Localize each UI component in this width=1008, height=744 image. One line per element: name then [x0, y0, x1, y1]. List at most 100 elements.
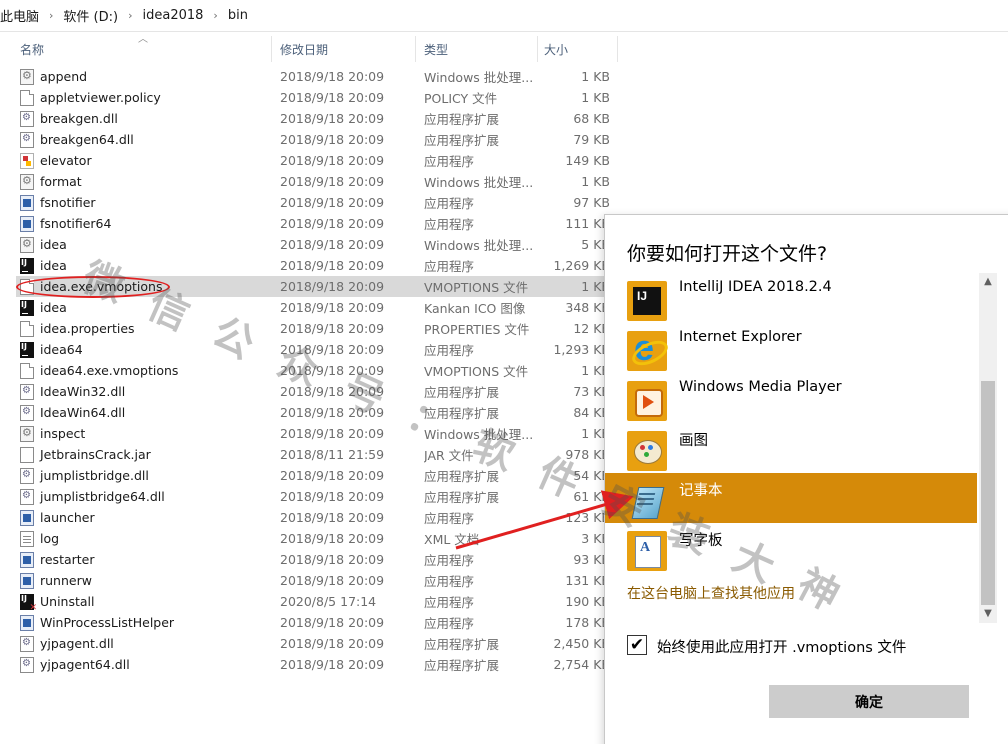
file-xml-icon — [20, 530, 34, 547]
file-row[interactable]: WinProcessListHelper 2018/9/18 20:09 应用程序 1… — [16, 612, 616, 633]
file-row[interactable]: fsnotifier64 2018/9/18 20:09 应用程序 111 KB — [16, 213, 616, 234]
app-option-paint[interactable]: 画图 — [605, 423, 977, 473]
file-row[interactable]: idea.exe.vmoptions 2018/9/18 20:09 VMOPTIO… — [16, 276, 616, 297]
file-name-cell: idea.properties — [20, 320, 270, 337]
file-name-cell: idea64.exe.vmoptions — [20, 362, 270, 379]
breadcrumb-item-bin[interactable]: bin — [222, 8, 254, 23]
file-size: 1,269 KB — [553, 258, 610, 273]
file-type: Kankan ICO 图像 — [424, 301, 526, 316]
file-row[interactable]: elevator 2018/9/18 20:09 应用程序 149 KB — [16, 150, 616, 171]
app-option-ie[interactable]: Internet Explorer — [605, 323, 977, 373]
file-row[interactable]: idea.properties 2018/9/18 20:09 PROPERTIES… — [16, 318, 616, 339]
file-date: 2018/9/18 20:09 — [280, 489, 385, 504]
app-name: 写字板 — [679, 533, 723, 549]
file-doc-icon — [20, 320, 34, 337]
app-name: 记事本 — [679, 483, 723, 499]
file-row[interactable]: idea64 2018/9/18 20:09 应用程序 1,293 KB — [16, 339, 616, 360]
app-option-notepad[interactable]: 记事本 — [605, 473, 977, 523]
file-type: 应用程序扩展 — [424, 133, 500, 148]
file-name-cell: launcher — [20, 509, 270, 526]
file-name-cell: JetbrainsCrack.jar — [20, 446, 270, 463]
file-row[interactable]: IdeaWin32.dll 2018/9/18 20:09 应用程序扩展 73 KB — [16, 381, 616, 402]
breadcrumb: 此电脑 › 软件 (D:) › idea2018 › bin — [0, 0, 1008, 32]
file-name-cell: log — [20, 530, 270, 547]
file-row[interactable]: idea 2018/9/18 20:09 Kankan ICO 图像 348 KB — [16, 297, 616, 318]
file-type: 应用程序扩展 — [424, 406, 500, 421]
column-header-name[interactable]: 名称 — [16, 36, 272, 62]
app-option-wmp[interactable]: Windows Media Player — [605, 373, 977, 423]
file-name: yjpagent64.dll — [40, 657, 130, 672]
file-row[interactable]: Uninstall 2020/8/5 17:14 应用程序 190 KB — [16, 591, 616, 612]
file-bat-icon — [20, 173, 34, 190]
ok-button[interactable]: 确定 — [769, 685, 969, 718]
file-size: 5 KB — [581, 237, 610, 252]
file-name-cell: restarter — [20, 551, 270, 568]
file-size: 68 KB — [573, 111, 610, 126]
app-option-wordpad[interactable]: 写字板 — [605, 523, 977, 573]
file-type: 应用程序 — [424, 154, 475, 169]
file-row[interactable]: jumplistbridge64.dll 2018/9/18 20:09 应用程序扩… — [16, 486, 616, 507]
always-use-checkbox[interactable]: ✔ — [627, 635, 647, 655]
file-row[interactable]: restarter 2018/9/18 20:09 应用程序 93 KB — [16, 549, 616, 570]
app-name: Internet Explorer — [679, 329, 802, 345]
always-use-label[interactable]: 始终使用此应用打开 .vmoptions 文件 — [657, 636, 906, 657]
file-date: 2018/9/18 20:09 — [280, 216, 385, 231]
file-name-cell: IdeaWin64.dll — [20, 404, 270, 421]
file-bat-icon — [20, 425, 34, 442]
file-type: 应用程序扩展 — [424, 637, 500, 652]
file-exe-icon — [20, 215, 34, 232]
file-row[interactable]: fsnotifier 2018/9/18 20:09 应用程序 97 KB — [16, 192, 616, 213]
file-row[interactable]: inspect 2018/9/18 20:09 Windows 批处理... 1 KB — [16, 423, 616, 444]
file-row[interactable]: idea 2018/9/18 20:09 Windows 批处理... 5 KB — [16, 234, 616, 255]
app-list: IntelliJ IDEA 2018.2.4 Internet Explorer W… — [605, 273, 977, 623]
file-dll-icon — [20, 467, 34, 484]
file-row[interactable]: yjpagent.dll 2018/9/18 20:09 应用程序扩展 2,450 K… — [16, 633, 616, 654]
file-type: 应用程序 — [424, 511, 475, 526]
file-type: 应用程序扩展 — [424, 658, 500, 673]
file-type: POLICY 文件 — [424, 91, 498, 106]
file-row[interactable]: yjpagent64.dll 2018/9/18 20:09 应用程序扩展 2,754… — [16, 654, 616, 675]
file-name: jumplistbridge64.dll — [40, 489, 165, 504]
app-list-scrollbar[interactable]: ▲ ▼ — [979, 273, 997, 623]
file-row[interactable]: idea 2018/9/18 20:09 应用程序 1,269 KB — [16, 255, 616, 276]
file-unin-icon — [20, 593, 37, 610]
file-name: idea.exe.vmoptions — [40, 279, 163, 294]
file-row[interactable]: breakgen64.dll 2018/9/18 20:09 应用程序扩展 79 KB — [16, 129, 616, 150]
file-row[interactable]: append 2018/9/18 20:09 Windows 批处理... 1 KB — [16, 66, 616, 87]
app-option-intellij[interactable]: IntelliJ IDEA 2018.2.4 — [605, 273, 977, 323]
column-header-size[interactable]: 大小 — [540, 36, 618, 62]
scroll-down-icon[interactable]: ▼ — [979, 605, 997, 623]
chevron-right-icon: › — [128, 9, 133, 22]
file-date: 2018/9/18 20:09 — [280, 363, 385, 378]
file-row[interactable]: idea64.exe.vmoptions 2018/9/18 20:09 VMOPT… — [16, 360, 616, 381]
file-date: 2018/9/18 20:09 — [280, 531, 385, 546]
file-name-cell: WinProcessListHelper — [20, 614, 270, 631]
file-bat-icon — [20, 236, 34, 253]
file-name-cell: idea — [20, 257, 270, 274]
find-more-apps-link[interactable]: 在这台电脑上查找其他应用 — [627, 583, 795, 603]
file-row[interactable]: launcher 2018/9/18 20:09 应用程序 123 KB — [16, 507, 616, 528]
file-size: 1,293 KB — [553, 342, 610, 357]
file-type: JAR 文件 — [424, 448, 474, 463]
breadcrumb-item-this-pc[interactable]: 此电脑 — [0, 6, 45, 25]
breadcrumb-item-drive-d[interactable]: 软件 (D:) — [57, 6, 124, 25]
file-row[interactable]: jumplistbridge.dll 2018/9/18 20:09 应用程序扩展 5… — [16, 465, 616, 486]
file-row[interactable]: JetbrainsCrack.jar 2018/8/11 21:59 JAR 文件 9… — [16, 444, 616, 465]
file-name-cell: idea — [20, 299, 270, 316]
file-row[interactable]: breakgen.dll 2018/9/18 20:09 应用程序扩展 68 KB — [16, 108, 616, 129]
chevron-right-icon: › — [49, 9, 54, 22]
scroll-up-icon[interactable]: ▲ — [979, 273, 997, 291]
column-header-type[interactable]: 类型 — [420, 36, 538, 62]
file-date: 2018/9/18 20:09 — [280, 237, 385, 252]
file-row[interactable]: format 2018/9/18 20:09 Windows 批处理... 1 KB — [16, 171, 616, 192]
file-row[interactable]: IdeaWin64.dll 2018/9/18 20:09 应用程序扩展 84 KB — [16, 402, 616, 423]
breadcrumb-item-idea2018[interactable]: idea2018 — [137, 8, 210, 23]
file-type: 应用程序扩展 — [424, 469, 500, 484]
file-doc-icon — [20, 89, 34, 106]
file-row[interactable]: appletviewer.policy 2018/9/18 20:09 POLICY… — [16, 87, 616, 108]
file-row[interactable]: runnerw 2018/9/18 20:09 应用程序 131 KB — [16, 570, 616, 591]
scrollbar-thumb[interactable] — [981, 381, 995, 605]
column-header-date[interactable]: 修改日期 — [276, 36, 416, 62]
file-row[interactable]: log 2018/9/18 20:09 XML 文档 3 KB — [16, 528, 616, 549]
file-name: breakgen64.dll — [40, 132, 134, 147]
